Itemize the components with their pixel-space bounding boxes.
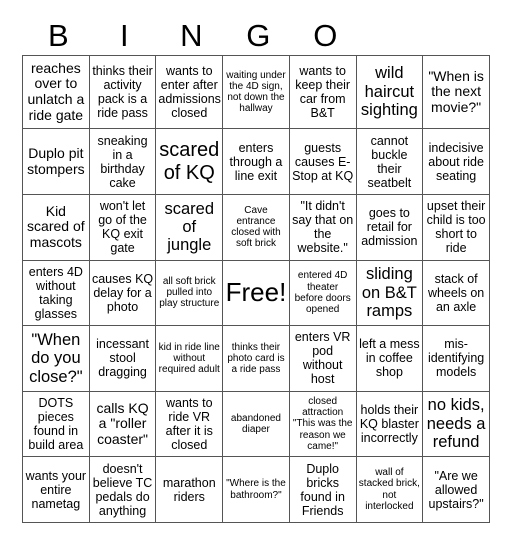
header-letter-n: N: [180, 18, 203, 53]
bingo-cell[interactable]: wants to enter after admissions closed: [155, 54, 224, 130]
header-letter-o: O: [313, 18, 338, 53]
bingo-cell[interactable]: guests causes E-Stop at KQ: [288, 128, 357, 195]
bingo-cell[interactable]: sneaking in a birthday cake: [88, 128, 157, 195]
bingo-cell[interactable]: holds their KQ blaster incorrectly: [355, 390, 424, 458]
bingo-cell[interactable]: wants your entire nametag: [22, 456, 90, 523]
bingo-cell[interactable]: scared of KQ: [155, 128, 224, 195]
grid-row: Duplo pit stompers sneaking in a birthda…: [22, 128, 490, 195]
bingo-cell[interactable]: thinks their activity pack is a ride pas…: [88, 54, 157, 130]
bingo-cell[interactable]: all soft brick pulled into play structur…: [155, 259, 224, 327]
bingo-cell[interactable]: mis-identifying models: [422, 325, 490, 392]
bingo-cell[interactable]: Cave entrance closed with soft brick: [222, 193, 290, 261]
bingo-cell[interactable]: calls KQ a "roller coaster": [88, 390, 157, 458]
header-letter-i: I: [120, 18, 129, 53]
grid-row: reaches over to unlatch a ride gate thin…: [22, 54, 490, 130]
bingo-cell[interactable]: "Where is the bathroom?": [222, 456, 290, 523]
bingo-cell[interactable]: causes KQ delay for a photo: [88, 259, 157, 327]
bingo-cell[interactable]: marathon riders: [155, 456, 224, 523]
bingo-header: B I N G O: [22, 18, 489, 54]
bingo-cell[interactable]: goes to retail for admission: [355, 193, 424, 261]
grid-row: "When do you close?" incessant stool dra…: [22, 325, 490, 392]
bingo-cell[interactable]: enters VR pod without host: [288, 325, 357, 392]
bingo-cell[interactable]: wants to ride VR after it is closed: [155, 390, 224, 458]
bingo-cell[interactable]: closed attraction "This was the reason w…: [288, 390, 357, 458]
bingo-cell[interactable]: left a mess in coffee shop: [355, 325, 424, 392]
bingo-cell[interactable]: thinks their photo card is a ride pass: [222, 325, 290, 392]
bingo-cell[interactable]: Duplo pit stompers: [22, 128, 90, 195]
bingo-cell[interactable]: enters 4D without taking glasses: [22, 259, 90, 327]
bingo-cell[interactable]: incessant stool dragging: [88, 325, 157, 392]
bingo-cell[interactable]: "Are we allowed upstairs?": [422, 456, 490, 523]
bingo-cell[interactable]: "When do you close?": [22, 325, 90, 392]
bingo-cell[interactable]: wall of stacked brick, not interlocked: [355, 456, 424, 523]
bingo-cell[interactable]: enters through a line exit: [222, 128, 290, 195]
header-letter-g: G: [246, 18, 271, 53]
bingo-cell[interactable]: DOTS pieces found in build area: [22, 390, 90, 458]
bingo-cell[interactable]: waiting under the 4D sign, not down the …: [222, 54, 290, 130]
bingo-cell[interactable]: no kids, needs a refund: [422, 390, 490, 458]
bingo-cell[interactable]: wild haircut sighting: [355, 54, 424, 130]
bingo-grid: reaches over to unlatch a ride gate thin…: [22, 54, 490, 523]
bingo-cell[interactable]: sliding on B&T ramps: [355, 259, 424, 327]
bingo-cell[interactable]: scared of jungle: [155, 193, 224, 261]
header-letter-b: B: [48, 18, 69, 53]
bingo-cell[interactable]: "It didn't say that on the website.": [288, 193, 357, 261]
bingo-cell[interactable]: entered 4D theater before doors opened: [288, 259, 357, 327]
bingo-cell[interactable]: upset their child is too short to ride: [422, 193, 490, 261]
bingo-cell[interactable]: abandoned diaper: [222, 390, 290, 458]
bingo-cell[interactable]: won't let go of the KQ exit gate: [88, 193, 157, 261]
bingo-cell[interactable]: Kid scared of mascots: [22, 193, 90, 261]
grid-row: wants your entire nametag doesn't believ…: [22, 456, 490, 523]
bingo-cell[interactable]: doesn't believe TC pedals do anything: [88, 456, 157, 523]
bingo-cell[interactable]: indecisive about ride seating: [422, 128, 490, 195]
grid-row: enters 4D without taking glasses causes …: [22, 259, 490, 327]
bingo-cell[interactable]: Duplo bricks found in Friends: [288, 456, 357, 523]
bingo-cell[interactable]: "When is the next movie?": [422, 54, 490, 130]
bingo-cell[interactable]: reaches over to unlatch a ride gate: [22, 54, 90, 130]
free-space-cell[interactable]: Free!: [222, 259, 290, 327]
bingo-cell[interactable]: stack of wheels on an axle: [422, 259, 490, 327]
bingo-cell[interactable]: kid in ride line without required adult: [155, 325, 224, 392]
grid-row: Kid scared of mascots won't let go of th…: [22, 193, 490, 261]
bingo-cell[interactable]: cannot buckle their seatbelt: [355, 128, 424, 195]
bingo-cell[interactable]: wants to keep their car from B&T: [288, 54, 357, 130]
grid-row: DOTS pieces found in build area calls KQ…: [22, 390, 490, 458]
